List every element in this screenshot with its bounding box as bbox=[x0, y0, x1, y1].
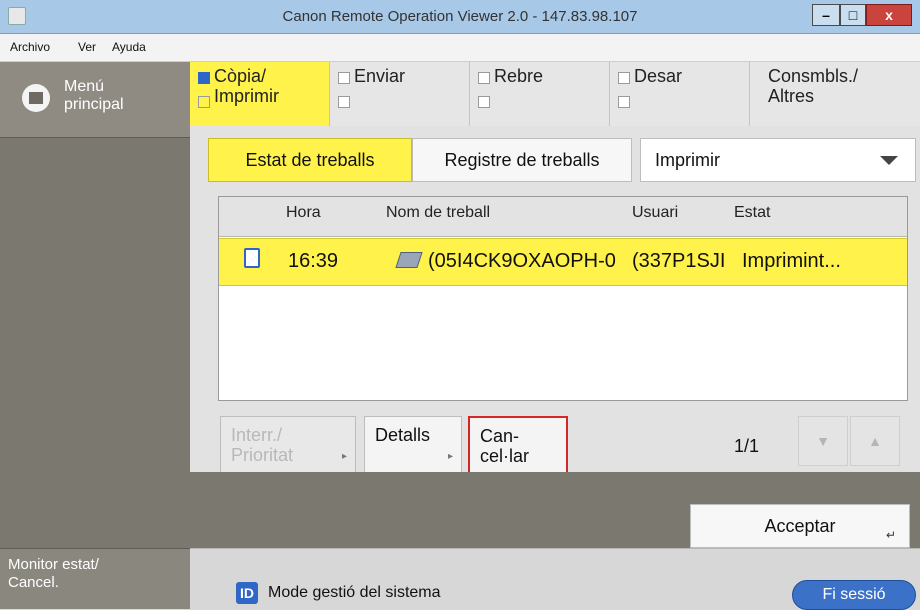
column-header-name: Nom de treball bbox=[386, 204, 491, 221]
tab-indicator-icon bbox=[618, 96, 630, 108]
job-name: (05I4CK9OXAOPH-0 bbox=[428, 250, 616, 272]
menu-ayuda[interactable]: Ayuda bbox=[112, 34, 146, 62]
chevron-down-icon bbox=[880, 156, 898, 165]
accept-button[interactable]: Acceptar bbox=[690, 504, 910, 548]
minimize-button[interactable]: – bbox=[812, 4, 840, 26]
tab-indicator-icon bbox=[478, 72, 490, 84]
print-job-icon bbox=[244, 248, 260, 268]
tab-save[interactable]: Desar bbox=[610, 62, 750, 126]
interrupt-priority-button[interactable]: Interr./ Prioritat ▸ bbox=[220, 416, 356, 474]
tab-label: Desar bbox=[634, 66, 683, 86]
column-header-state: Estat bbox=[734, 204, 771, 221]
menu-archivo[interactable]: Archivo bbox=[10, 34, 50, 62]
tab-indicator-icon bbox=[338, 96, 350, 108]
system-mode-label: Mode gestió del sistema bbox=[268, 584, 441, 601]
tab-indicator-icon bbox=[198, 96, 210, 108]
tab-copy-print[interactable]: Còpia/ Imprimir bbox=[190, 62, 330, 126]
tab-indicator-icon bbox=[478, 96, 490, 108]
job-time: 16:39 bbox=[288, 250, 339, 272]
triangle-right-icon: ▸ bbox=[341, 451, 347, 462]
job-state: Imprimint... bbox=[742, 250, 841, 272]
job-user: (337P1SJI bbox=[632, 250, 726, 272]
maximize-button[interactable]: □ bbox=[840, 4, 866, 26]
cancel-button[interactable]: Can- cel·lar bbox=[468, 416, 568, 474]
tab-indicator-icon bbox=[618, 72, 630, 84]
id-icon: ID bbox=[236, 582, 258, 604]
logout-button[interactable]: Fi sessió bbox=[792, 580, 916, 610]
tab-label: Rebre bbox=[494, 66, 544, 86]
main-menu-label: Menú principal bbox=[64, 78, 124, 113]
button-label: Prioritat bbox=[231, 445, 294, 465]
menu-ver[interactable]: Ver bbox=[78, 34, 96, 62]
job-list-header bbox=[219, 197, 907, 237]
close-button[interactable]: x bbox=[866, 4, 912, 26]
status-monitor-label: Monitor estat/ Cancel. bbox=[8, 556, 99, 591]
button-label: Can- bbox=[480, 426, 520, 446]
tab-job-status[interactable]: Estat de treballs bbox=[208, 138, 412, 182]
column-header-user: Usuari bbox=[632, 204, 679, 221]
details-button[interactable]: Detalls ▸ bbox=[364, 416, 462, 474]
button-label: Detalls bbox=[375, 425, 431, 445]
tab-consumables-other[interactable]: Consmbls./ Altres bbox=[750, 62, 920, 126]
triangle-up-icon: ▲ bbox=[868, 433, 882, 449]
tab-label: Consmbls./ Altres bbox=[768, 66, 859, 106]
window-title: Canon Remote Operation Viewer 2.0 - 147.… bbox=[282, 8, 638, 25]
return-arrow-icon: ↵ bbox=[886, 528, 897, 542]
tab-send[interactable]: Enviar bbox=[330, 62, 470, 126]
tab-receive[interactable]: Rebre bbox=[470, 62, 610, 126]
column-header-time: Hora bbox=[286, 204, 321, 221]
page-indicator: 1/1 bbox=[734, 436, 760, 456]
triangle-down-icon: ▼ bbox=[816, 433, 830, 449]
tab-label: Enviar bbox=[354, 66, 406, 86]
tab-indicator-icon bbox=[338, 72, 350, 84]
button-label: cel·lar bbox=[480, 446, 530, 466]
tab-label: Còpia/ Imprimir bbox=[214, 66, 279, 106]
scroll-down-button[interactable]: ▼ bbox=[798, 416, 848, 466]
job-type-select[interactable]: Imprimir bbox=[640, 138, 916, 182]
home-icon bbox=[22, 84, 50, 112]
button-label: Interr./ bbox=[231, 425, 283, 445]
tab-job-log[interactable]: Registre de treballs bbox=[412, 138, 632, 182]
left-panel bbox=[0, 62, 190, 609]
scroll-up-button[interactable]: ▲ bbox=[850, 416, 900, 466]
triangle-right-icon: ▸ bbox=[447, 451, 453, 462]
tab-indicator-icon bbox=[198, 72, 210, 84]
